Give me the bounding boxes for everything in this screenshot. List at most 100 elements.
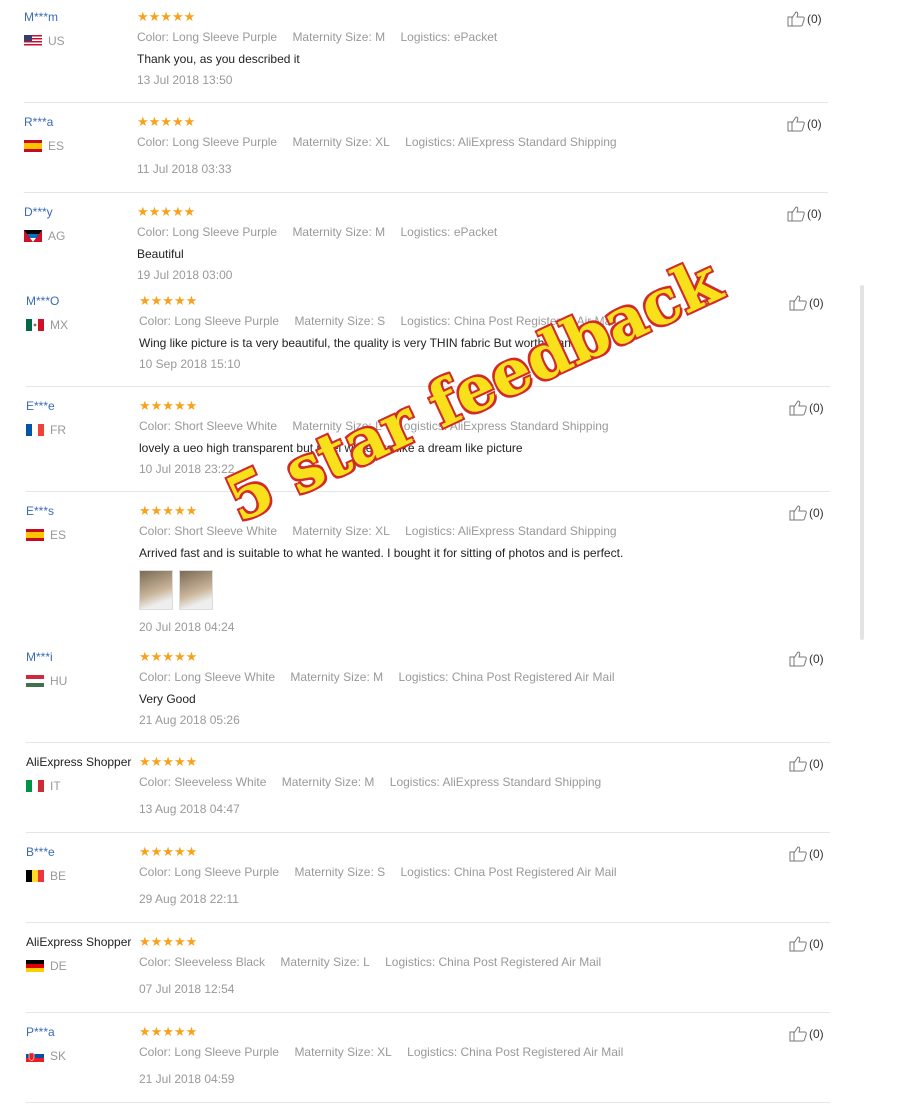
divider	[26, 386, 830, 387]
review-photos	[139, 570, 213, 610]
order-attributes: Color: Long Sleeve White Maternity Size:…	[139, 670, 627, 684]
star-rating: ★★★★★	[137, 204, 196, 219]
flag-sk-icon	[26, 1050, 44, 1062]
review-photo-thumbnail[interactable]	[179, 570, 213, 610]
reviewer-country: ES	[26, 528, 66, 542]
thumbs-up-icon	[787, 11, 805, 27]
attr-color: Color: Long Sleeve Purple	[137, 135, 278, 149]
review-text: Thank you, as you described it	[137, 52, 300, 66]
helpful-button[interactable]: (0)	[789, 504, 824, 521]
attr-size: Maternity Size: M	[290, 670, 384, 684]
flag-fr-icon	[26, 424, 44, 436]
helpful-count: (0)	[809, 846, 824, 861]
review-item: AliExpress Shopper DE ★★★★★ Color: Sleev…	[0, 925, 840, 1013]
attr-color: Color: Long Sleeve Purple	[139, 865, 280, 879]
helpful-button[interactable]: (0)	[787, 205, 822, 222]
review-item: M***m US ★★★★★ Color: Long Sleeve Purple…	[0, 0, 840, 103]
review-item: M***i HU ★★★★★ Color: Long Sleeve White …	[0, 640, 840, 743]
reviewer-name[interactable]: B***e	[26, 845, 55, 859]
divider	[24, 102, 828, 103]
attr-color: Color: Long Sleeve Purple	[137, 30, 278, 44]
flag-hu-icon	[26, 675, 44, 687]
helpful-count: (0)	[809, 295, 824, 310]
star-rating: ★★★★★	[139, 398, 198, 413]
helpful-button[interactable]: (0)	[789, 1025, 824, 1042]
feedback-list: M***m US ★★★★★ Color: Long Sleeve Purple…	[0, 0, 900, 1106]
order-attributes: Color: Long Sleeve Purple Maternity Size…	[139, 1045, 635, 1059]
star-rating: ★★★★★	[139, 293, 198, 308]
reviewer-name[interactable]: E***s	[26, 504, 54, 518]
thumbs-up-icon	[787, 116, 805, 132]
reviewer-name[interactable]: M***i	[26, 650, 53, 664]
thumbs-up-icon	[789, 651, 807, 667]
review-text: Arrived fast and is suitable to what he …	[139, 546, 624, 560]
order-attributes: Color: Sleeveless White Maternity Size: …	[139, 775, 613, 789]
scrollbar[interactable]	[860, 285, 864, 640]
helpful-button[interactable]: (0)	[787, 10, 822, 27]
attr-color: Color: Sleeveless White	[139, 775, 267, 789]
attr-color: Color: Long Sleeve Purple	[139, 1045, 280, 1059]
reviewer-name[interactable]: M***m	[24, 10, 58, 24]
attr-logistics: Logistics: AliExpress Standard Shipping	[405, 524, 617, 538]
reviewer-name[interactable]: E***e	[26, 399, 55, 413]
order-attributes: Color: Long Sleeve Purple Maternity Size…	[139, 865, 629, 879]
review-date: 21 Jul 2018 04:59	[139, 1072, 235, 1086]
star-rating: ★★★★★	[137, 9, 196, 24]
reviewer-country: MX	[26, 318, 68, 332]
helpful-button[interactable]: (0)	[789, 650, 824, 667]
reviewer-name[interactable]: R***a	[24, 115, 53, 129]
thumbs-up-icon	[789, 1026, 807, 1042]
attr-logistics: Logistics: ePacket	[400, 30, 498, 44]
helpful-button[interactable]: (0)	[789, 755, 824, 772]
divider	[26, 742, 830, 743]
review-item: R***a ES ★★★★★ Color: Long Sleeve Purple…	[0, 105, 840, 193]
reviewer-name: AliExpress Shopper	[26, 935, 132, 949]
country-code: HU	[50, 674, 68, 688]
attr-color: Color: Long Sleeve Purple	[139, 314, 280, 328]
attr-color: Color: Sleeveless Black	[139, 955, 266, 969]
review-item: E***e FR ★★★★★ Color: Short Sleeve White…	[0, 389, 840, 492]
review-item: B***e BE ★★★★★ Color: Long Sleeve Purple…	[0, 835, 840, 923]
helpful-button[interactable]: (0)	[789, 399, 824, 416]
attr-color: Color: Short Sleeve White	[139, 419, 278, 433]
flag-it-icon	[26, 780, 44, 792]
star-rating: ★★★★★	[139, 934, 198, 949]
reviewer-name[interactable]: P***a	[26, 1025, 55, 1039]
attr-logistics: Logistics: AliExpress Standard Shipping	[389, 775, 602, 789]
reviewer-name[interactable]: D***y	[24, 205, 53, 219]
order-attributes: Color: Long Sleeve Purple Maternity Size…	[137, 225, 509, 239]
star-rating: ★★★★★	[139, 844, 198, 859]
reviewer-name[interactable]: M***O	[26, 294, 59, 308]
review-item: E***s ES ★★★★★ Color: Short Sleeve White…	[0, 494, 840, 643]
attr-color: Color: Short Sleeve White	[139, 524, 278, 538]
reviewer-country: SK	[26, 1049, 66, 1063]
country-code: SK	[50, 1049, 67, 1063]
divider	[26, 1012, 830, 1013]
review-date: 20 Jul 2018 04:24	[139, 620, 235, 634]
review-date: 07 Jul 2018 12:54	[139, 982, 235, 996]
review-item: M***O MX ★★★★★ Color: Long Sleeve Purple…	[0, 284, 840, 387]
thumbs-up-icon	[789, 505, 807, 521]
helpful-button[interactable]: (0)	[787, 115, 822, 132]
attr-size: Maternity Size: M	[292, 30, 386, 44]
review-text: lovely a ueo high transparent but nikel …	[139, 441, 523, 455]
helpful-button[interactable]: (0)	[789, 845, 824, 862]
review-photo-thumbnail[interactable]	[139, 570, 173, 610]
helpful-button[interactable]: (0)	[789, 294, 824, 311]
country-code: BE	[50, 869, 67, 883]
helpful-count: (0)	[809, 756, 824, 771]
country-code: ES	[48, 139, 65, 153]
helpful-button[interactable]: (0)	[789, 935, 824, 952]
thumbs-up-icon	[789, 756, 807, 772]
review-date: 29 Aug 2018 22:11	[139, 892, 239, 906]
review-date: 10 Sep 2018 15:10	[139, 357, 241, 371]
review-date: 13 Aug 2018 04:47	[139, 802, 240, 816]
flag-be-icon	[26, 870, 44, 882]
flag-es-icon	[26, 529, 44, 541]
country-code: MX	[50, 318, 68, 332]
review-item: AliExpress Shopper IT ★★★★★ Color: Sleev…	[0, 745, 840, 833]
order-attributes: Color: Sleeveless Black Maternity Size: …	[139, 955, 613, 969]
helpful-count: (0)	[807, 206, 822, 221]
flag-es-icon	[24, 140, 42, 152]
thumbs-up-icon	[787, 206, 805, 222]
